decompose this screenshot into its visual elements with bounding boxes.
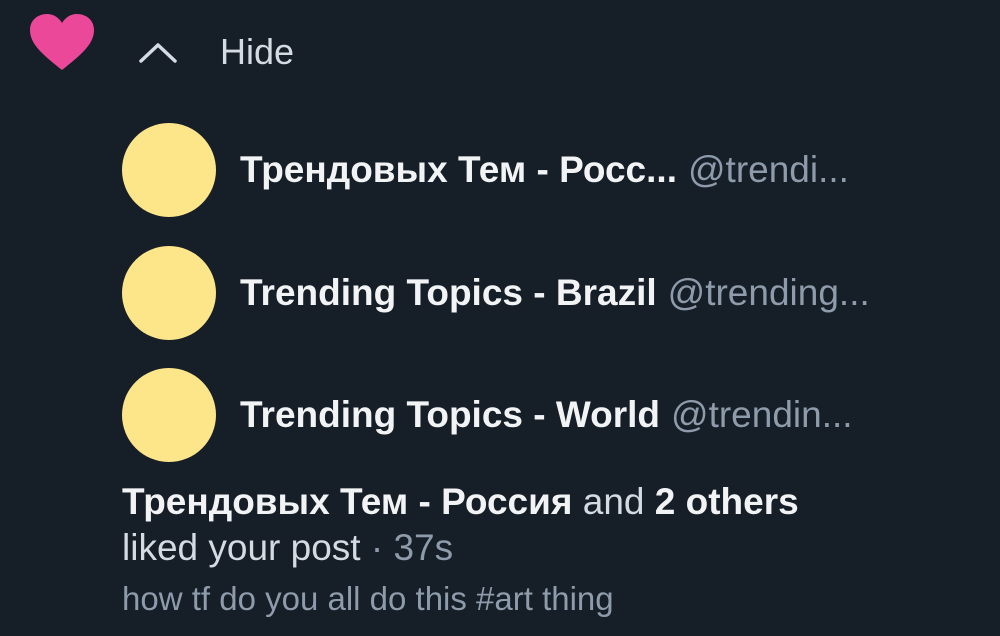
user-row[interactable]: Trending Topics - World @trendin... <box>122 367 853 463</box>
avatar[interactable] <box>122 246 216 340</box>
user-handle: @trendi... <box>687 149 849 190</box>
user-display-name: Trending Topics - World <box>240 394 661 435</box>
user-display-name: Трендовых Тем - Росс... <box>240 149 677 190</box>
actor-name[interactable]: Трендовых Тем - Россия <box>122 481 572 522</box>
summary-connector: and <box>582 481 645 522</box>
chevron-up-icon <box>139 43 177 63</box>
timestamp: 37s <box>393 527 454 568</box>
avatar[interactable] <box>122 123 216 217</box>
separator-dot: · <box>370 527 384 568</box>
avatar[interactable] <box>122 368 216 462</box>
hide-label: Hide <box>220 31 295 72</box>
summary-action: liked your post <box>122 527 361 568</box>
user-row[interactable]: Trending Topics - Brazil @trending... <box>122 245 870 341</box>
user-display-name: Trending Topics - Brazil <box>240 272 657 313</box>
user-handle: @trending... <box>667 272 870 313</box>
hide-toggle-button[interactable]: Hide <box>136 22 294 82</box>
user-handle: @trendin... <box>671 394 853 435</box>
post-preview[interactable]: how tf do you all do this #art thing <box>122 580 614 618</box>
user-row[interactable]: Трендовых Тем - Росс... @trendi... <box>122 122 849 218</box>
heart-icon <box>30 14 94 70</box>
others-count[interactable]: 2 others <box>655 481 799 522</box>
notification-summary: Трендовых Тем - Россия and 2 others like… <box>122 479 982 571</box>
